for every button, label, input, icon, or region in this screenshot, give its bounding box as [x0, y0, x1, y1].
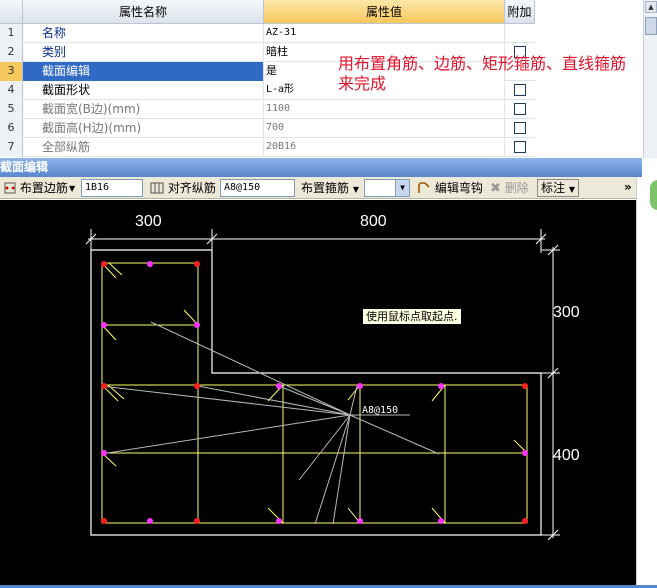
place-stirrup-label: 布置箍筋 — [301, 181, 350, 195]
extra-cell — [505, 138, 535, 157]
section-drawing[interactable]: 300 800 300 400 A8@150 — [0, 200, 636, 585]
row-number: 6 — [0, 119, 23, 138]
align-longitudinal-label: 对齐纵筋 — [167, 181, 216, 195]
edit-hook-button[interactable]: 编辑弯钩 — [413, 179, 487, 197]
section-drawing-canvas[interactable]: 300 800 300 400 A8@150 — [0, 200, 636, 585]
edge-bar-dropdown-arrow-icon[interactable]: ▼ — [69, 179, 79, 197]
grid-corner-header — [0, 0, 23, 24]
row-number: 7 — [0, 138, 23, 157]
hook-icon — [418, 182, 430, 193]
property-name[interactable]: 类别 — [23, 43, 264, 62]
corner-bars[interactable] — [101, 261, 528, 524]
dim-top-right: 800 — [360, 213, 387, 230]
property-value[interactable]: 700 — [264, 119, 505, 138]
property-name[interactable]: 截面形状 — [23, 81, 264, 100]
row-number: 1 — [0, 24, 23, 43]
property-row-section-width[interactable]: 5 截面宽(B边)(mm) 1100 — [0, 100, 535, 119]
delete-label: 删除 — [504, 181, 529, 195]
column-header-value[interactable]: 属性值 — [264, 0, 505, 24]
row-number: 2 — [0, 43, 23, 62]
scroll-up-arrow-icon[interactable]: ▲ — [645, 1, 657, 13]
edge-bar-icon — [4, 182, 16, 194]
place-stirrup-button[interactable]: 布置箍筋 ▼ — [297, 179, 363, 197]
row-number: 5 — [0, 100, 23, 119]
toolbar-overflow-icon[interactable]: » — [624, 179, 632, 197]
delete-icon: ✖ — [490, 181, 501, 196]
place-edge-bar-label: 布置边筋 — [19, 181, 68, 195]
edge-bars[interactable] — [101, 261, 528, 524]
extra-cell — [505, 100, 535, 119]
stirrup-hooks — [101, 262, 528, 524]
property-name[interactable]: 全部纵筋 — [23, 138, 264, 157]
row-number: 3 — [0, 62, 23, 81]
column-header-extra[interactable]: 附加 — [505, 0, 535, 24]
annotate-label: 标注 — [541, 181, 566, 195]
stirrup-spec-input[interactable]: A8@150 — [220, 179, 295, 197]
column-header-name[interactable]: 属性名称 — [23, 0, 264, 24]
instruction-note: 用布置角筋、边筋、矩形箍筋、直线箍筋来完成 — [338, 54, 627, 93]
extra-checkbox[interactable] — [514, 103, 526, 115]
chevron-down-icon: ▼ — [568, 185, 575, 194]
chevron-down-icon: ▼ — [352, 185, 359, 194]
grid-vertical-scrollbar[interactable]: ▲ — [643, 0, 657, 158]
row-number: 4 — [0, 81, 23, 100]
section-editor-toolbar: 布置边筋 ▼ 1B16 对齐纵筋 A8@150 布置箍筋 ▼ ▼ 编辑弯钩 ✖ … — [0, 177, 638, 199]
section-editor-title: 截面编辑 — [0, 158, 642, 177]
place-edge-bar-button[interactable]: 布置边筋 — [0, 179, 72, 197]
property-value[interactable]: 20B16 — [264, 138, 505, 157]
annotate-button[interactable]: 标注 ▼ — [537, 179, 579, 197]
property-grid: 属性名称 属性值 附加 1 名称 AZ-31 2 类别 暗柱 3 截面编辑 是 … — [0, 0, 643, 158]
property-row-section-height[interactable]: 6 截面高(H边)(mm) 700 — [0, 119, 535, 138]
edge-bar-input[interactable]: 1B16 — [81, 179, 143, 197]
property-row-name[interactable]: 1 名称 AZ-31 — [0, 24, 535, 43]
property-name[interactable]: 截面编辑 — [23, 62, 264, 81]
stirrup-type-select[interactable]: ▼ — [364, 179, 410, 197]
property-value[interactable]: 1100 — [264, 100, 505, 119]
property-value[interactable]: AZ-31 — [264, 24, 505, 43]
dim-right-top: 300 — [553, 304, 580, 321]
cursor-tooltip: 使用鼠标点取起点. — [362, 308, 462, 325]
side-panel-tab[interactable] — [650, 180, 657, 210]
dim-right-bottom: 400 — [553, 447, 580, 464]
chevron-down-icon[interactable]: ▼ — [395, 180, 409, 196]
delete-button[interactable]: ✖ 删除 — [486, 179, 533, 197]
align-longitudinal-button[interactable]: 对齐纵筋 — [146, 179, 220, 197]
scrollbar-thumb[interactable] — [645, 17, 657, 35]
panel-right-edge — [636, 177, 657, 588]
edit-hook-label: 编辑弯钩 — [434, 181, 483, 195]
property-row-all-longitudinal[interactable]: 7 全部纵筋 20B16 — [0, 138, 535, 157]
property-name[interactable]: 名称 — [23, 24, 264, 43]
property-name[interactable]: 截面高(H边)(mm) — [23, 119, 264, 138]
stirrup-leader-label: A8@150 — [362, 405, 398, 416]
property-name[interactable]: 截面宽(B边)(mm) — [23, 100, 264, 119]
stirrups[interactable] — [101, 262, 528, 524]
leader-lines — [100, 321, 440, 525]
extra-checkbox[interactable] — [514, 141, 526, 153]
extra-cell — [505, 24, 535, 43]
extra-cell — [505, 119, 535, 138]
extra-checkbox[interactable] — [514, 122, 526, 134]
dim-top-left: 300 — [135, 213, 162, 230]
align-icon — [150, 182, 164, 194]
